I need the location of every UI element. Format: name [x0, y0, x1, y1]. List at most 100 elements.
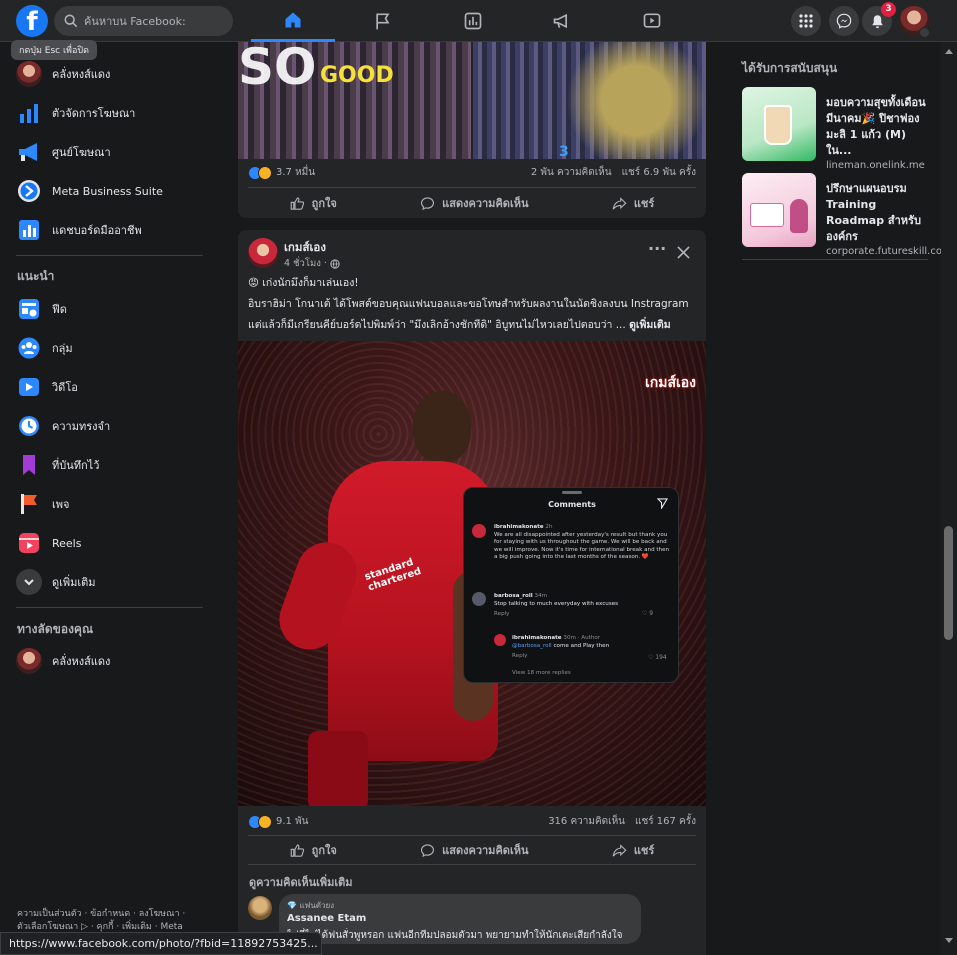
see-more-link[interactable]: ดูเพิ่มเติม	[629, 319, 671, 331]
sidebar-item-professional-dashboard[interactable]: แดชบอร์ดมืออาชีพ	[16, 213, 142, 247]
nav-tab-pages[interactable]	[341, 0, 425, 42]
page-scrollbar[interactable]	[941, 42, 957, 955]
comment-text: ไปที่ไม่ได้ฟนสั่วพูหรอก แฟนอีกทีมปลอมตัว…	[287, 930, 623, 941]
bell-icon	[872, 14, 882, 28]
grid-menu-icon	[799, 14, 813, 28]
top-navigation-bar: f ค้นหาบน Facebook: 3	[0, 0, 957, 42]
sidebar-item-business-suite[interactable]: Meta Business Suite	[16, 174, 163, 208]
sidebar-item-video[interactable]: วิดีโอ	[16, 370, 78, 404]
commenter-name[interactable]: Assanee Etam	[287, 913, 366, 924]
nav-tab-dashboard[interactable]	[431, 0, 515, 42]
commenter-avatar[interactable]	[248, 896, 272, 920]
sidebar-item-pages[interactable]: เพจ	[16, 487, 69, 521]
more-options-icon[interactable]: ···	[648, 241, 666, 261]
sidebar-item-label: ตัวจัดการโฆษณา	[52, 107, 136, 120]
ad-thumbnail	[742, 87, 816, 161]
ig-comments-title: Comments	[548, 500, 596, 509]
sidebar-item-profile[interactable]: คลั่งหงส์แดง	[16, 57, 110, 91]
ig-comment-1: ibrahimakonate 2h We are all disappointe…	[494, 524, 670, 561]
sidebar-item-label: แดชบอร์ดมืออาชีพ	[52, 224, 142, 237]
sidebar-see-more[interactable]: ดูเพิ่มเติม	[16, 565, 96, 599]
share-count[interactable]: แชร์ 167 ครั้ง	[635, 814, 696, 829]
ad-url: corporate.futureskill.co	[826, 246, 942, 257]
thumbs-up-icon	[290, 196, 304, 210]
flag-icon	[376, 13, 390, 30]
sidebar-item-label: ความทรงจำ	[52, 420, 111, 433]
nav-tab-video[interactable]	[610, 0, 694, 42]
comment-button[interactable]: แสดงความคิดเห็น	[420, 841, 528, 859]
megaphone-icon	[19, 143, 37, 161]
messenger-icon	[836, 13, 852, 29]
post-image-number: 3	[559, 144, 569, 159]
scrollbar-thumb[interactable]	[944, 526, 953, 640]
post-image[interactable]: SO GOOD 3	[238, 42, 706, 159]
comment-count[interactable]: 316 ความคิดเห็น	[548, 814, 625, 829]
feed-icon	[19, 299, 39, 319]
sidebar-item-ad-center[interactable]: ศูนย์โฆษณา	[16, 135, 111, 169]
globe-icon	[330, 258, 340, 269]
search-box[interactable]: ค้นหาบน Facebook:	[54, 6, 233, 36]
comment-count[interactable]: 2 พัน ความคิดเห็น	[531, 165, 612, 180]
facebook-logo[interactable]: f	[16, 5, 48, 37]
scroll-up-arrow-icon[interactable]	[945, 49, 953, 54]
sponsored-ad[interactable]: มอบความสุขทั้งเดือนมีนาคม🎉 ปิชาฟอง มะลิ …	[742, 87, 932, 171]
scroll-down-arrow-icon[interactable]	[945, 938, 953, 943]
messenger-button[interactable]	[829, 6, 859, 36]
groups-icon	[18, 337, 40, 359]
post-author-name[interactable]: เกมส์เอง	[284, 239, 326, 257]
post-divider	[248, 864, 696, 865]
sidebar-item-groups[interactable]: กลุ่ม	[16, 331, 73, 365]
sidebar-item-ads-manager[interactable]: ตัวจัดการโฆษณา	[16, 96, 135, 130]
post-author-avatar[interactable]	[248, 238, 278, 268]
reaction-count[interactable]: 9.1 พัน	[276, 814, 309, 829]
send-icon	[657, 498, 668, 509]
menu-button[interactable]	[791, 6, 821, 36]
sidebar-item-feed[interactable]: ฟีด	[16, 292, 67, 326]
instagram-comments-screenshot: Comments ibrahimakonate 2h We are all di…	[463, 487, 679, 683]
reaction-count[interactable]: 3.7 หมื่น	[276, 165, 315, 180]
drink-cup-icon	[764, 105, 792, 145]
comment-button[interactable]: แสดงความคิดเห็น	[420, 194, 528, 212]
nav-tab-ads[interactable]	[520, 0, 604, 42]
post-card: SO GOOD 3 3.7 หมื่น 2 พัน ความคิดเห็น แช…	[238, 42, 706, 218]
ig-avatar	[472, 592, 486, 606]
sponsored-ad[interactable]: ปรึกษาแผนอบรม Training Roadmap สำหรับองค…	[742, 173, 942, 257]
ad-thumbnail	[742, 173, 816, 247]
search-icon	[64, 14, 78, 28]
search-input[interactable]: ค้นหาบน Facebook:	[84, 12, 186, 30]
sidebar-item-label: ดูเพิ่มเติม	[52, 576, 96, 589]
profile-avatar	[16, 61, 42, 87]
sidebar-item-label: ศูนย์โฆษณา	[52, 146, 111, 159]
sidebar-item-memories[interactable]: ความทรงจำ	[16, 409, 110, 443]
post-divider	[248, 835, 696, 836]
sidebar-item-reels[interactable]: Reels	[16, 526, 81, 560]
sidebar-shortcut-page[interactable]: คลั่งหงส์แดง	[16, 644, 110, 678]
post-image-right	[473, 42, 706, 159]
like-button[interactable]: ถูกใจ	[290, 194, 337, 212]
drag-handle	[562, 491, 582, 494]
sidebar-item-saved[interactable]: ที่บันทึกไว้	[16, 448, 99, 482]
post-stats-row: 3.7 หมื่น 2 พัน ความคิดเห็น แชร์ 6.9 พัน…	[248, 165, 696, 180]
like-button[interactable]: ถูกใจ	[290, 841, 337, 859]
view-more-comments-link[interactable]: ดูความคิดเห็นเพิ่มเติม	[249, 873, 353, 891]
sidebar-footer-links[interactable]: ความเป็นส่วนตัว · ข้อกำหนด · ลงโฆษณา · ต…	[17, 908, 185, 934]
account-menu-chevron-icon[interactable]	[919, 27, 930, 38]
sidebar-suggested-heading: แนะนำ	[17, 269, 55, 283]
nav-tab-home[interactable]	[251, 0, 335, 42]
bar-chart-icon	[20, 104, 38, 123]
sidebar-item-label: ที่บันทึกไว้	[52, 459, 100, 472]
post-timestamp[interactable]: 4 ชั่วโมง ·	[284, 256, 340, 271]
chart-icon	[464, 12, 482, 30]
comment-icon	[421, 196, 435, 210]
home-icon	[285, 12, 301, 27]
thumbs-up-icon	[290, 843, 304, 857]
share-count[interactable]: แชร์ 6.9 พัน ครั้ง	[622, 165, 696, 180]
close-icon[interactable]	[677, 246, 690, 259]
ad-url: lineman.onelink.me	[826, 160, 925, 171]
comment-bubble: 💎 แฟนตัวยง Assanee Etam ไปที่ไม่ได้ฟนสั่…	[279, 894, 641, 944]
share-button[interactable]: แชร์	[612, 194, 654, 212]
share-button[interactable]: แชร์	[612, 841, 654, 859]
post-image-logo-fragment: SO	[238, 42, 317, 96]
sidebar-item-label: วิดีโอ	[52, 381, 78, 394]
post-text-line-1: 😡 เก่งนักมึงก็มาเล่นเอง!	[248, 277, 359, 289]
